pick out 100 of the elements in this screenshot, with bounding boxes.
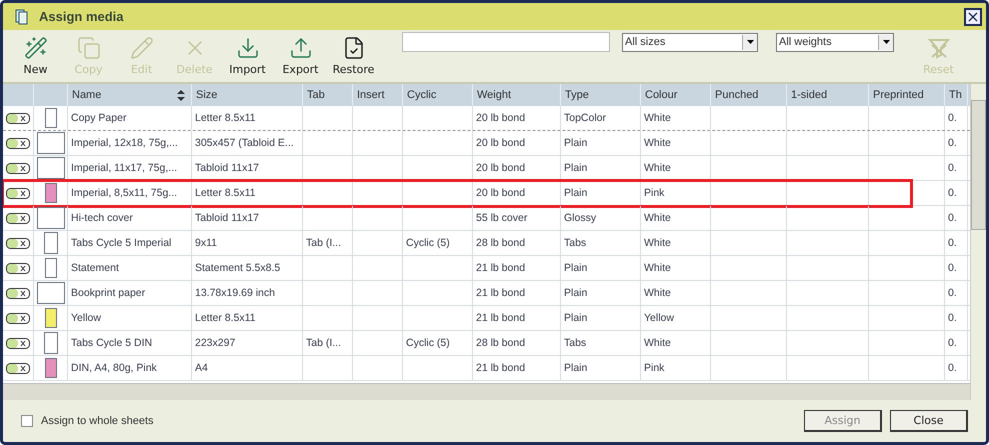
table-cell: Plain [564,262,588,274]
wand-icon [24,36,48,60]
table-cell: 28 lb bond [476,237,526,249]
close-button[interactable]: × [964,8,982,26]
media-toggle-icon [6,138,30,148]
table-cell: Plain [564,312,588,324]
caret-icon [882,40,890,44]
table-cell: 0. [948,287,957,299]
table-cell: 9x11 [195,237,217,249]
table-cell: Tabs [564,237,586,249]
sort-icon [177,90,185,100]
table-cell: 0. [948,187,957,199]
table-cell: Cyclic (5) [406,337,450,349]
table-cell: 13.78x19.69 inch [195,287,275,299]
copy-icon [76,36,100,60]
table-cell: White [644,237,671,249]
column-header[interactable]: Type [561,84,641,106]
pencil-icon [130,36,154,60]
table-cell: 20 lb bond [476,162,526,174]
table-cell: White [644,337,671,349]
media-toggle-icon [6,162,30,174]
horizontal-scrollbar[interactable] [3,383,970,400]
search-field[interactable] [402,32,610,52]
table-cell: White [644,112,671,124]
table-cell: Tabloid 11x17 [195,212,260,224]
media-toggle-icon [6,112,30,124]
media-toggle-icon [6,288,30,298]
column-header[interactable]: Weight [473,84,561,106]
table-cell: DIN, A4, 80g, Pink [71,362,157,374]
media-toggle-icon [6,338,30,348]
table-cell: 0. [948,337,957,349]
media-toggle-icon [6,188,30,198]
table-cell: Hi-tech cover [71,212,133,224]
column-header[interactable]: 1-sided [787,84,869,106]
table-cell: 28 lb bond [476,337,526,349]
table-cell: 0. [948,362,957,374]
table-cell: Plain [564,162,588,174]
media-toggle-icon [6,212,30,224]
table-cell: 20 lb bond [476,112,526,124]
table-cell: Plain [564,287,588,299]
table-cell: Letter 8.5x11 [195,112,256,124]
column-header[interactable]: Th [945,84,968,106]
table-cell: 0. [948,137,957,149]
table-cell: Letter 8.5x11 [195,187,256,199]
media-toggle-icon [6,262,30,274]
table-cell: Tab (I... [306,237,342,249]
table-cell: 20 lb bond [476,187,526,199]
table-cell: White [644,162,671,174]
table-cell: Tab (I... [306,337,342,349]
column-header[interactable]: Tab [303,84,353,106]
table-cell: Yellow [644,312,674,324]
table-cell: Tabloid 11x17 [195,162,260,174]
table-cell: Yellow [71,312,101,324]
table-cell: 21 lb bond [476,287,526,299]
column-header[interactable]: Insert [353,84,403,106]
filter-clear-icon [926,36,950,60]
table-cell: 21 lb bond [476,362,526,374]
export-icon [288,36,312,60]
table-cell: 305x457 (Tabloid E... [195,137,294,149]
toolbar-button[interactable]: Import [221,31,274,81]
size-dropdown[interactable]: All sizes [622,32,758,52]
table-cell: 0. [948,312,957,324]
table-cell: 55 lb cover [476,212,528,224]
table-cell: TopColor [564,112,606,124]
table-cell: 0. [948,212,957,224]
table-cell: White [644,137,671,149]
table-cell: Copy Paper [71,112,126,124]
toolbar-button[interactable]: New [9,31,62,81]
table-cell: Plain [564,362,588,374]
table-cell: Imperial, 8,5x11, 75g... [71,187,178,199]
column-header[interactable]: Cyclic [403,84,473,106]
column-header[interactable]: Size [192,84,303,106]
table-cell: 0. [948,162,957,174]
table-cell: Statement [71,262,119,274]
document-icon [15,8,29,24]
table-cell: White [644,287,671,299]
weight-dropdown[interactable]: All weights [776,32,894,52]
column-header[interactable]: Colour [641,84,711,106]
import-icon [236,36,260,60]
table-cell: 20 lb bond [476,137,526,149]
caret-icon [746,40,754,44]
column-header[interactable]: Preprinted [869,84,945,106]
table-cell: Tabs Cycle 5 DIN [71,337,152,349]
dialog-button[interactable]: Close [890,410,968,432]
toolbar-button[interactable]: Export [274,31,327,81]
table-cell: 21 lb bond [476,312,526,324]
toolbar-button[interactable]: Restore [327,31,380,81]
table-cell: 21 lb bond [476,262,526,274]
table-cell: Bookprint paper [71,287,146,299]
table-cell: Statement 5.5x8.5 [195,262,280,274]
table-cell: Glossy [564,212,596,224]
table-cell: Tabs Cycle 5 Imperial [71,237,172,249]
column-header[interactable]: Punched [711,84,787,106]
checkbox[interactable] [21,415,33,427]
media-toggle-icon [6,312,30,324]
vertical-scrollbar[interactable] [970,84,986,400]
table-cell: Letter 8.5x11 [195,312,256,324]
table-cell: Plain [564,137,588,149]
table-cell: 0. [948,237,957,249]
column-header[interactable]: Name [68,84,192,106]
